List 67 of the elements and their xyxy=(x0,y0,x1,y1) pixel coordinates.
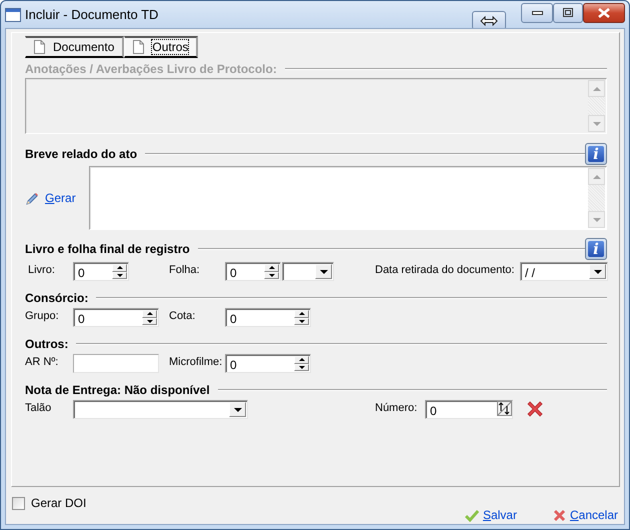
scrollbar xyxy=(588,80,605,132)
field-label: Microfilme: xyxy=(169,355,224,368)
double-arrow-icon xyxy=(480,16,498,26)
section-title: Anotações / Averbações Livro de Protocolo: xyxy=(25,62,277,76)
field-label: Talão xyxy=(25,401,52,414)
spin-field[interactable]: 0 xyxy=(225,354,311,373)
close-icon xyxy=(598,8,610,18)
field-label: Livro: xyxy=(27,263,56,276)
delete-icon[interactable] xyxy=(526,400,544,418)
sort-arrows-icon[interactable] xyxy=(497,401,512,416)
field-value: 0 xyxy=(429,403,438,418)
minimize-icon xyxy=(532,10,542,14)
spin-up-button[interactable] xyxy=(112,264,127,272)
tab[interactable]: Documento xyxy=(25,36,124,58)
spin-field[interactable]: 0 xyxy=(73,262,129,281)
spin-up-button[interactable] xyxy=(142,310,157,318)
spin-field[interactable]: 0 xyxy=(225,308,311,327)
dropdown-button[interactable] xyxy=(315,264,332,279)
field-label: Data retirada do documento: xyxy=(375,263,516,276)
save-button[interactable]: Salvar xyxy=(464,508,517,522)
section-title: Breve relado do ato xyxy=(25,147,138,161)
field-value: 0 xyxy=(77,311,86,326)
dropdown-field[interactable]: / / xyxy=(520,262,608,281)
generate-link[interactable]: Gerar xyxy=(25,191,89,205)
number-field[interactable]: 0 xyxy=(425,400,513,419)
field-label: Folha: xyxy=(169,263,201,276)
field-value: 0 xyxy=(229,357,238,372)
info-button[interactable]: i xyxy=(585,143,607,165)
dropdown-button[interactable] xyxy=(229,402,246,417)
restore-icon xyxy=(563,8,573,17)
section-title: Nota de Entrega: Não disponível xyxy=(25,383,210,397)
field-label: Cota: xyxy=(169,309,196,322)
spin-field[interactable]: 0 xyxy=(73,308,159,327)
field-label: Grupo: xyxy=(25,309,60,322)
dropdown-field[interactable] xyxy=(282,262,334,281)
document-icon xyxy=(34,40,45,54)
field-value: 0 xyxy=(229,265,238,280)
field-label: Número: xyxy=(375,401,418,414)
spin-field[interactable]: 0 xyxy=(225,262,281,281)
pencil-icon xyxy=(25,192,39,204)
check-icon xyxy=(464,508,479,522)
text-field[interactable] xyxy=(73,354,159,373)
dropdown-button[interactable] xyxy=(589,264,606,279)
minimize-button[interactable] xyxy=(521,2,553,22)
cross-icon xyxy=(552,508,566,522)
field-value: 0 xyxy=(77,265,86,280)
tab[interactable]: Outros xyxy=(124,36,198,58)
document-icon xyxy=(133,40,144,54)
cancel-button[interactable]: Cancelar xyxy=(552,508,618,522)
section-title: Consórcio: xyxy=(25,291,88,305)
spin-up-button[interactable] xyxy=(264,264,279,272)
field-value: 0 xyxy=(229,311,238,326)
checkbox-label: Gerar DOI xyxy=(31,496,86,510)
window-icon xyxy=(5,6,21,22)
spin-up-button[interactable] xyxy=(294,356,309,364)
field-label: AR Nº: xyxy=(25,355,60,368)
spin-up-button[interactable] xyxy=(294,310,309,318)
section-title: Outros: xyxy=(25,337,68,351)
section-title: Livro e folha final de registro xyxy=(25,242,190,256)
info-button[interactable]: i xyxy=(585,238,607,260)
field-value: / / xyxy=(524,265,536,280)
close-button[interactable] xyxy=(583,2,625,22)
window-title: Incluir - Documento TD xyxy=(25,7,160,22)
checkbox[interactable] xyxy=(12,496,25,510)
scrollbar xyxy=(588,168,605,228)
maximize-button[interactable] xyxy=(553,2,583,22)
dropdown-field[interactable] xyxy=(73,400,248,419)
